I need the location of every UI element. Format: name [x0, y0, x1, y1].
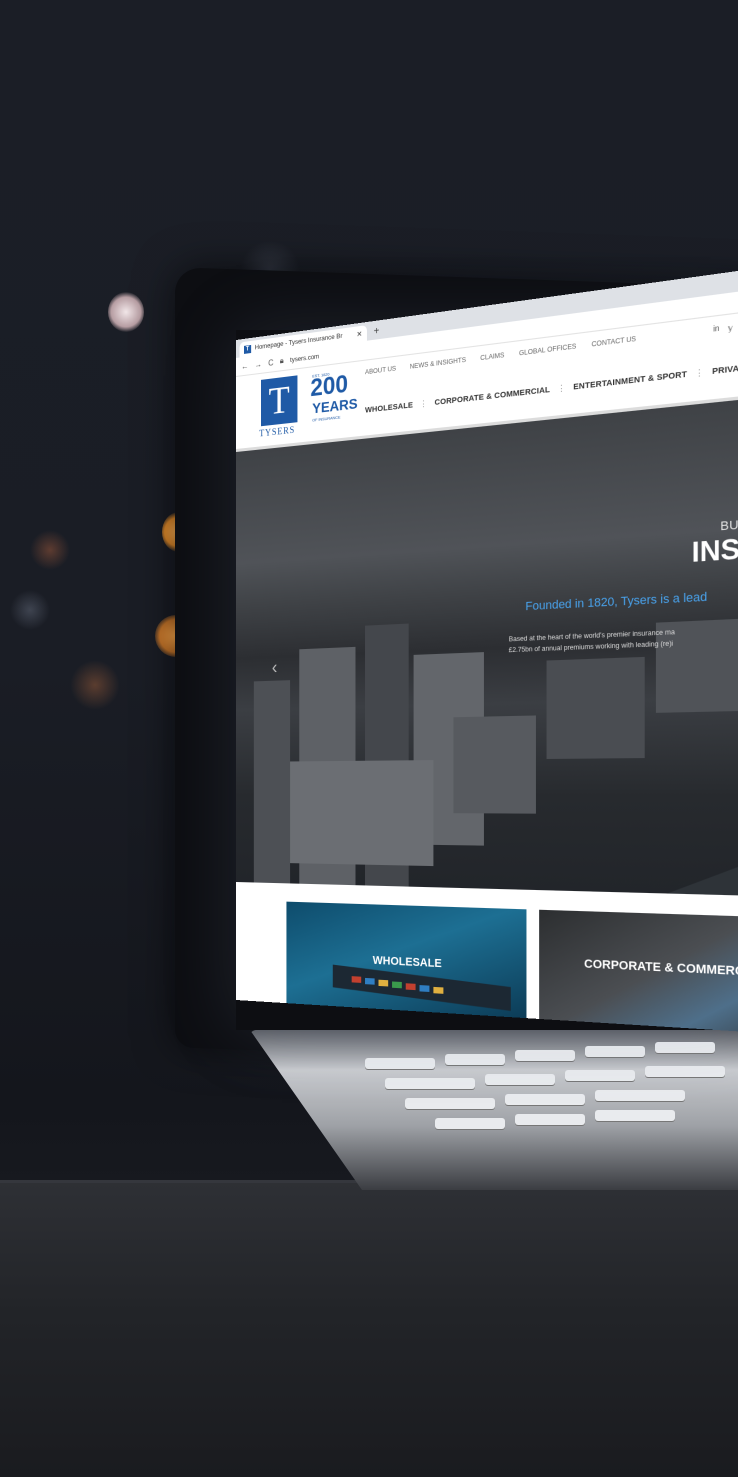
key — [405, 1098, 495, 1109]
key — [655, 1042, 715, 1053]
container — [351, 976, 362, 983]
url-field[interactable]: tysers.com — [290, 353, 319, 364]
container — [433, 986, 444, 994]
key — [515, 1114, 585, 1125]
new-tab-button[interactable]: + — [367, 322, 386, 340]
key — [435, 1118, 505, 1129]
linkedin-icon[interactable]: in — [713, 325, 719, 335]
desk-surface — [0, 1180, 738, 1477]
hero-kicker: BUILDING RELAT — [720, 512, 738, 534]
bokeh-light-white — [108, 292, 144, 332]
lock-icon: 🔒︎ — [279, 355, 284, 366]
tysers-logo[interactable]: T — [261, 375, 298, 427]
forward-arrow-icon[interactable]: → — [255, 359, 262, 369]
card-label-corporate: CORPORATE & COMMERC — [584, 957, 738, 979]
building — [453, 715, 536, 814]
key — [385, 1078, 475, 1089]
nav-news-insights[interactable]: NEWS & INSIGHTS — [410, 356, 466, 370]
laptop-screen: T Homepage - Tysers Insurance Br ✕ + ← →… — [236, 259, 738, 1040]
building — [546, 656, 645, 759]
key — [565, 1070, 635, 1081]
close-icon[interactable]: ✕ — [357, 329, 363, 338]
laptop-keyboard — [355, 1040, 738, 1130]
nav-corporate-commercial[interactable]: CORPORATE & COMMERCIAL — [435, 384, 551, 407]
bokeh-light-dim — [70, 660, 120, 710]
key — [505, 1094, 585, 1105]
container — [392, 981, 402, 989]
card-corporate-commercial[interactable]: CORPORATE & COMMERC — [539, 909, 738, 1037]
river — [504, 826, 738, 898]
carousel-prev-icon[interactable]: ‹ — [272, 657, 277, 678]
nav-wholesale[interactable]: WHOLESALE — [365, 400, 413, 415]
nav-separator: ⋮ — [419, 398, 428, 409]
favicon-icon: T — [244, 344, 252, 354]
container — [378, 979, 389, 987]
container — [405, 983, 416, 991]
nav-entertainment-sport[interactable]: ENTERTAINMENT & SPORT — [573, 369, 687, 392]
hero-banner: ‹ BUILDING RELAT INSURANCE Founded in 18… — [236, 391, 738, 898]
key — [365, 1058, 435, 1069]
social-links: in 𝕪 — [713, 323, 733, 335]
key — [595, 1090, 685, 1101]
container — [365, 977, 375, 985]
reload-icon[interactable]: C — [268, 358, 273, 368]
twitter-icon[interactable]: 𝕪 — [728, 323, 733, 334]
nav-claims[interactable]: CLAIMS — [480, 352, 504, 363]
key — [445, 1054, 505, 1065]
key — [585, 1046, 645, 1057]
key — [485, 1074, 555, 1085]
key — [515, 1050, 575, 1061]
nav-global-offices[interactable]: GLOBAL OFFICES — [519, 343, 576, 358]
container — [419, 985, 430, 992]
nav-about-us[interactable]: ABOUT US — [365, 365, 396, 376]
browser-window: T Homepage - Tysers Insurance Br ✕ + ← →… — [236, 259, 738, 1037]
card-label-wholesale: WHOLESALE — [372, 954, 442, 971]
key — [645, 1066, 725, 1077]
service-cards: WHOLESALE CORPORATE & COMMERC — [236, 882, 738, 1037]
nav-separator: ⋮ — [557, 382, 566, 394]
logo-wordmark: TYSERS — [259, 424, 296, 439]
bokeh-light-dim — [10, 590, 50, 630]
key — [595, 1110, 675, 1121]
nav-private[interactable]: PRIVATE — [712, 362, 738, 377]
card-wholesale[interactable]: WHOLESALE — [286, 901, 527, 1019]
building — [290, 760, 434, 867]
bokeh-light-dim — [30, 530, 70, 570]
back-arrow-icon[interactable]: ← — [241, 361, 248, 371]
nav-separator: ⋮ — [695, 366, 704, 379]
building — [253, 680, 291, 884]
nav-contact-us[interactable]: CONTACT US — [592, 335, 636, 348]
photo-scene: T Homepage - Tysers Insurance Br ✕ + ← →… — [0, 0, 738, 1477]
